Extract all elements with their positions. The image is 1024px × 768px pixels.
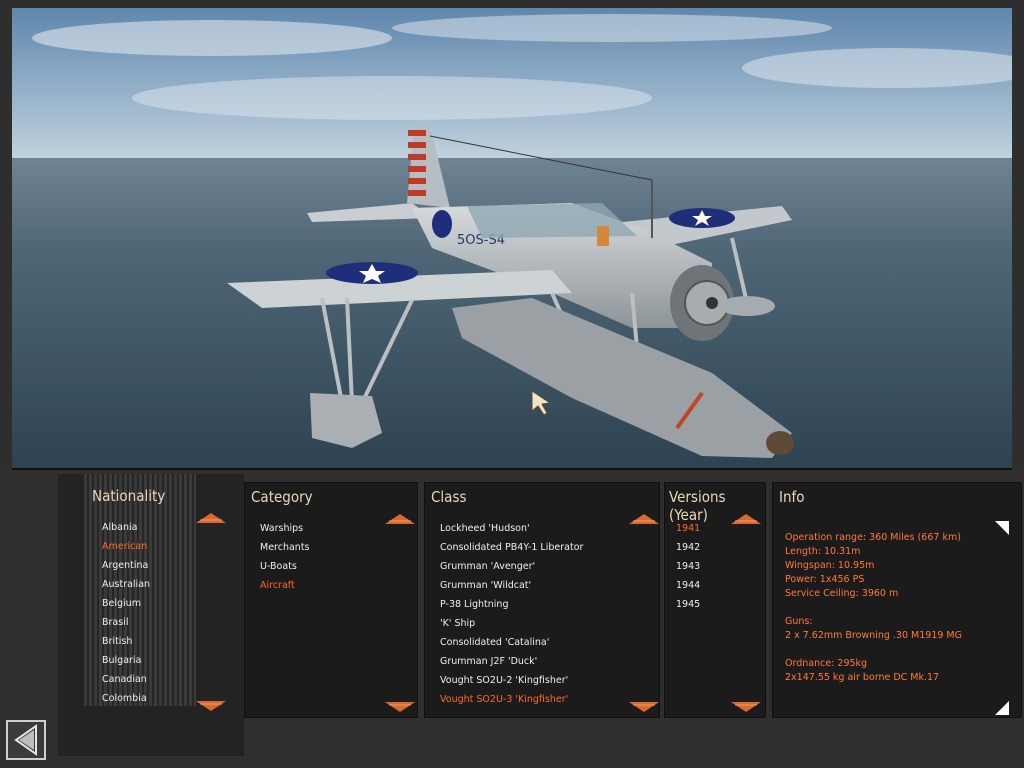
nationality-item[interactable]: Belgium — [102, 594, 141, 613]
info-line: Ordnance: 295kg — [785, 658, 868, 669]
triangle-down-icon — [629, 702, 659, 712]
category-item[interactable]: U-Boats — [260, 557, 297, 576]
float-nose — [766, 431, 794, 455]
category-panel: Category Warships Merchants U-Boats Aircraf… — [244, 482, 418, 718]
triangle-up-icon — [385, 514, 415, 524]
cloud — [392, 14, 832, 42]
info-text: Operation range: 360 Miles (667 km) Lengt… — [785, 531, 962, 685]
category-title: Category — [251, 488, 313, 506]
class-item[interactable]: Grumman 'Avenger' — [440, 557, 535, 576]
triangle-down-icon — [196, 701, 226, 711]
nationality-item[interactable]: Bulgaria — [102, 651, 141, 670]
info-panel: Info Operation range: 360 Miles (667 km)… — [772, 482, 1022, 718]
triangle-up-icon — [629, 514, 659, 524]
class-panel: Class Lockheed 'Hudson' Consolidated PB4Y… — [424, 482, 660, 718]
info-line: Service Ceiling: 3960 m — [785, 588, 899, 599]
class-item[interactable]: Grumman J2F 'Duck' — [440, 652, 537, 671]
info-line: 2 x 7.62mm Browning .30 M1919 MG — [785, 630, 962, 641]
fuselage-roundel — [432, 210, 452, 238]
nationality-item[interactable]: Albania — [102, 518, 137, 537]
versions-item[interactable]: 1945 — [676, 595, 700, 614]
versions-item[interactable]: 1944 — [676, 576, 700, 595]
class-title: Class — [431, 488, 467, 506]
nationality-list-panel: Nationality Albania American Argentina Aust… — [86, 482, 232, 718]
triangle-down-icon — [731, 702, 761, 712]
class-item[interactable]: Consolidated 'Catalina' — [440, 633, 549, 652]
category-scroll-up[interactable] — [385, 513, 415, 525]
nationality-scroll-up[interactable] — [196, 512, 226, 524]
info-line: Power: 1x456 PS — [785, 574, 865, 585]
nationality-item[interactable]: Canadian — [102, 670, 147, 689]
cloud — [132, 76, 652, 120]
triangle-up-icon — [731, 514, 761, 524]
nationality-scroll-down[interactable] — [196, 700, 226, 712]
class-scroll-down[interactable] — [629, 701, 659, 713]
category-scroll-down[interactable] — [385, 701, 415, 713]
info-line: 2x147.55 kg air borne DC Mk.17 — [785, 672, 940, 683]
versions-panel: Versions (Year) 1941 1942 1943 1944 1945 — [664, 482, 766, 718]
info-line: Length: 10.31m — [785, 546, 861, 557]
triangle-down-icon — [385, 702, 415, 712]
nationality-item[interactable]: British — [102, 632, 132, 651]
class-item[interactable]: Lockheed 'Hudson' — [440, 519, 530, 538]
info-line: Guns: — [785, 616, 813, 627]
class-item[interactable]: Consolidated PB4Y-1 Liberator — [440, 538, 583, 557]
nationality-item[interactable]: Argentina — [102, 556, 148, 575]
info-title: Info — [779, 488, 805, 506]
versions-item[interactable]: 1942 — [676, 538, 700, 557]
category-item[interactable]: Aircraft — [260, 576, 295, 595]
pilot — [597, 226, 609, 246]
nationality-item[interactable]: Australian — [102, 575, 150, 594]
versions-item[interactable]: 1941 — [676, 519, 700, 538]
back-button[interactable] — [6, 720, 46, 760]
category-item[interactable]: Merchants — [260, 538, 310, 557]
back-arrow-icon — [14, 724, 37, 756]
nationality-title: Nationality — [92, 487, 166, 505]
triangle-up-icon — [196, 513, 226, 523]
info-line — [785, 601, 962, 615]
info-line: Operation range: 360 Miles (667 km) — [785, 532, 961, 543]
info-line: Wingspan: 10.95m — [785, 560, 875, 571]
nationality-item[interactable]: Colombia — [102, 689, 147, 708]
nationality-item[interactable]: Brasil — [102, 613, 128, 632]
versions-scroll-up[interactable] — [731, 513, 761, 525]
versions-scroll-down[interactable] — [731, 701, 761, 713]
category-item[interactable]: Warships — [260, 519, 303, 538]
info-line — [785, 643, 962, 657]
aircraft-3d-viewport[interactable]: 5OS-S4 — [12, 8, 1012, 470]
class-item[interactable]: Vought SO2U-2 'Kingfisher' — [440, 671, 568, 690]
versions-item[interactable]: 1943 — [676, 557, 700, 576]
class-item[interactable]: Grumman 'Wildcat' — [440, 576, 531, 595]
class-item[interactable]: Vought SO2U-3 'Kingfisher' — [440, 690, 568, 709]
class-item[interactable]: 'K' Ship — [440, 614, 475, 633]
cloud — [32, 20, 392, 56]
class-scroll-up[interactable] — [629, 513, 659, 525]
nationality-item[interactable]: American — [102, 537, 147, 556]
collapse-corner-icon[interactable] — [995, 701, 1009, 715]
propeller-hub — [706, 297, 718, 309]
expand-corner-icon[interactable] — [995, 521, 1009, 535]
right-wing-float — [719, 296, 775, 316]
class-item[interactable]: P-38 Lightning — [440, 595, 508, 614]
